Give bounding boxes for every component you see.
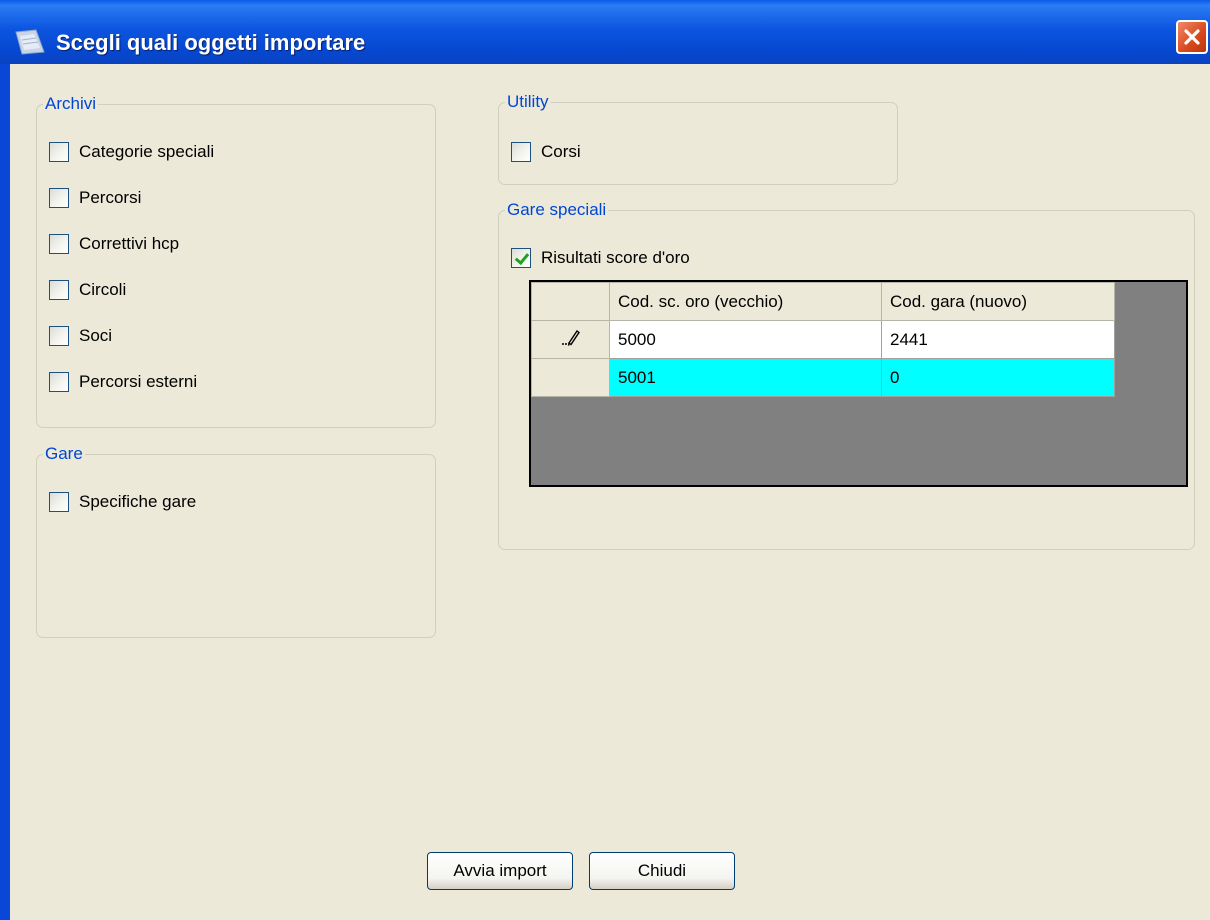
row-indicator[interactable] [531, 320, 610, 359]
checkbox-label: Corsi [541, 142, 581, 161]
checkbox-label: Categorie speciali [79, 142, 215, 161]
checkbox-box[interactable] [49, 372, 69, 392]
grid-cell[interactable]: 5001 [609, 358, 882, 397]
chiudi-button[interactable]: Chiudi [589, 852, 735, 890]
checkbox-percorsi[interactable]: Percorsi [49, 186, 141, 210]
checkbox-categorie-speciali[interactable]: Categorie speciali [49, 140, 214, 164]
checkbox-label: Specifiche gare [79, 492, 197, 511]
checkbox-label: Soci [79, 326, 113, 345]
checkbox-box[interactable] [511, 142, 531, 162]
checkbox-box[interactable] [49, 234, 69, 254]
row-indicator[interactable] [531, 358, 610, 397]
checkbox-risultati-score-oro[interactable]: Risultati score d'oro [511, 246, 690, 270]
grid-header-row: Cod. sc. oro (vecchio) Cod. gara (nuovo) [531, 282, 1115, 321]
checkbox-label: Correttivi hcp [79, 234, 180, 253]
column-header[interactable]: Cod. sc. oro (vecchio) [609, 282, 882, 321]
pencil-icon [561, 329, 580, 346]
archivi-group: Archivi Categorie speciali Percorsi Corr… [36, 94, 436, 428]
column-header[interactable]: Cod. gara (nuovo) [881, 282, 1115, 321]
checkbox-box[interactable] [49, 142, 69, 162]
grid-cell[interactable]: 0 [881, 358, 1115, 397]
checkbox-percorsi-esterni[interactable]: Percorsi esterni [49, 370, 197, 394]
close-icon [1184, 29, 1200, 45]
avvia-import-button[interactable]: Avvia import [427, 852, 573, 890]
checkbox-label: Risultati score d'oro [541, 248, 690, 267]
title-bar[interactable]: Scegli quali oggetti importare [0, 0, 1210, 64]
table-row: 5001 0 [531, 358, 1115, 397]
checkbox-soci[interactable]: Soci [49, 324, 112, 348]
gare-group: Gare Specifiche gare [36, 444, 436, 638]
utility-group: Utility Corsi [498, 92, 898, 185]
grid-cell[interactable]: 2441 [881, 320, 1115, 359]
checkbox-label: Percorsi esterni [79, 372, 198, 391]
table-row: 5000 2441 [531, 320, 1115, 359]
grid-table: Cod. sc. oro (vecchio) Cod. gara (nuovo)… [531, 282, 1115, 397]
checkbox-specifiche-gare[interactable]: Specifiche gare [49, 490, 196, 514]
checkbox-box[interactable] [49, 280, 69, 300]
checkbox-box[interactable] [49, 326, 69, 346]
dialog-client-area: Archivi Categorie speciali Percorsi Corr… [10, 64, 1210, 920]
checkbox-box[interactable] [511, 248, 531, 268]
grid-cell[interactable]: 5000 [609, 320, 882, 359]
utility-legend: Utility [507, 92, 549, 111]
app-icon [14, 28, 46, 56]
window-title: Scegli quali oggetti importare [56, 30, 366, 55]
checkbox-correttivi-hcp[interactable]: Correttivi hcp [49, 232, 179, 256]
gare-speciali-legend: Gare speciali [507, 200, 607, 219]
close-window-button[interactable] [1176, 20, 1208, 54]
grid-corner-cell[interactable] [531, 282, 610, 321]
checkbox-box[interactable] [49, 492, 69, 512]
checkbox-label: Circoli [79, 280, 127, 299]
checkbox-label: Percorsi [79, 188, 142, 207]
gare-legend: Gare [45, 444, 83, 463]
dialog-window: Scegli quali oggetti importare Archivi C… [0, 0, 1210, 920]
checkbox-corsi[interactable]: Corsi [511, 140, 581, 164]
checkbox-circoli[interactable]: Circoli [49, 278, 126, 302]
data-grid[interactable]: Cod. sc. oro (vecchio) Cod. gara (nuovo)… [529, 280, 1188, 487]
archivi-legend: Archivi [45, 94, 97, 113]
checkbox-box[interactable] [49, 188, 69, 208]
